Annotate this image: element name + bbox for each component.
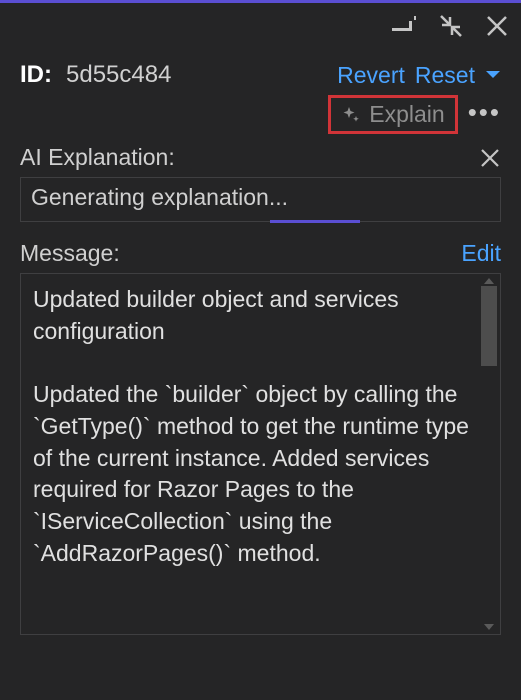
id-actions: Revert Reset [337,62,501,89]
collapse-icon[interactable] [433,8,469,44]
message-content: Updated builder object and services conf… [21,274,478,634]
ai-explanation-label: AI Explanation: [20,144,175,171]
explain-button[interactable]: Explain [328,95,457,134]
explain-row: Explain ••• [0,89,521,134]
ai-status-text: Generating explanation... [31,184,288,210]
progress-indicator [270,220,360,223]
more-options-icon[interactable]: ••• [468,99,501,131]
message-label: Message: [20,240,120,267]
id-label: ID: [20,61,52,89]
reset-link[interactable]: Reset [415,62,475,89]
id-value: 5d55c484 [66,61,337,89]
auto-hide-icon[interactable] [387,8,423,44]
message-box: Updated builder object and services conf… [20,273,501,635]
close-explanation-icon[interactable] [479,147,501,169]
scroll-up-icon[interactable] [483,276,495,286]
scrollbar[interactable] [478,274,500,634]
edit-link[interactable]: Edit [461,240,501,267]
ai-explanation-box: Generating explanation... [20,177,501,222]
id-row: ID: 5d55c484 Revert Reset [0,49,521,89]
message-header: Message: Edit [0,226,521,273]
sparkle-icon [341,105,361,125]
reset-dropdown-icon[interactable] [485,69,501,81]
commit-details-panel: ID: 5d55c484 Revert Reset Explain ••• AI… [0,0,521,700]
revert-link[interactable]: Revert [337,62,405,89]
ai-section-header: AI Explanation: [0,134,521,177]
scroll-track[interactable] [478,286,500,622]
panel-topbar [0,3,521,49]
explain-label: Explain [369,101,444,128]
scroll-down-icon[interactable] [483,622,495,632]
close-panel-icon[interactable] [479,8,515,44]
scroll-thumb[interactable] [481,286,497,366]
